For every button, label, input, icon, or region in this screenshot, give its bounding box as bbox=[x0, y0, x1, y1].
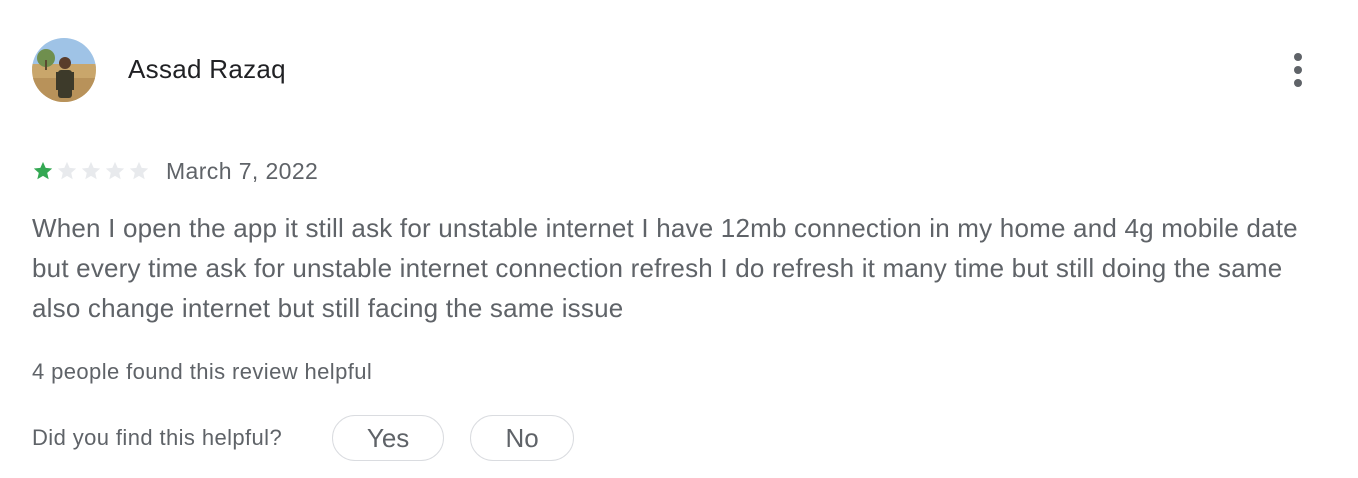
yes-button[interactable]: Yes bbox=[332, 415, 445, 461]
star-empty-icon bbox=[129, 161, 149, 180]
avatar-photo bbox=[32, 38, 96, 102]
helpful-count: 4 people found this review helpful bbox=[32, 359, 373, 384]
no-button[interactable]: No bbox=[470, 415, 575, 461]
rating-row: March 7, 2022 bbox=[32, 156, 318, 186]
star-empty-icon bbox=[105, 161, 125, 180]
more-vert-icon-dot bbox=[1294, 79, 1302, 87]
more-vert-icon-dot bbox=[1294, 66, 1302, 74]
feedback-row: Did you find this helpful? Yes No bbox=[32, 414, 575, 462]
more-vert-icon-dot bbox=[1294, 53, 1302, 61]
more-options-button[interactable] bbox=[1286, 48, 1310, 92]
star-empty-icon bbox=[81, 161, 101, 180]
feedback-question: Did you find this helpful? bbox=[32, 425, 283, 450]
review-card: Assad Razaq March 7, 2022 When I open th… bbox=[0, 0, 1358, 478]
author-name: Assad Razaq bbox=[128, 54, 286, 84]
star-rating bbox=[32, 160, 150, 182]
review-date: March 7, 2022 bbox=[166, 157, 319, 184]
review-text: When I open the app it still ask for uns… bbox=[32, 213, 1298, 323]
star-empty-icon bbox=[57, 161, 77, 180]
review-header: Assad Razaq bbox=[32, 38, 1322, 102]
star-filled-icon bbox=[33, 161, 53, 180]
avatar bbox=[32, 38, 96, 102]
